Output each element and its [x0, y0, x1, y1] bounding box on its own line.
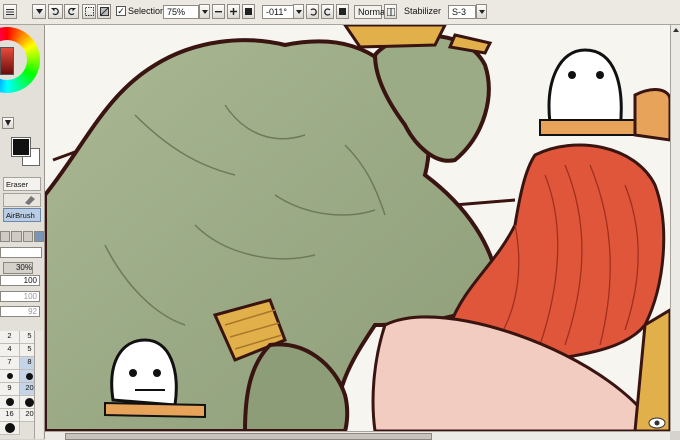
undo-button[interactable] [48, 4, 63, 19]
brush-shape-flat-icon[interactable] [33, 231, 44, 242]
size-dot-icon [26, 373, 33, 380]
stabilizer-dropdown-icon[interactable] [476, 4, 487, 19]
drawing-canvas[interactable] [45, 25, 670, 431]
size-dot-icon [5, 398, 14, 406]
tool-eraser[interactable]: Eraser [3, 177, 41, 191]
crown [343, 25, 447, 49]
wooden-plank [633, 88, 670, 142]
size-dot-icon [25, 398, 34, 407]
rotate-right-button[interactable] [321, 4, 334, 19]
vertical-scrollbar[interactable] [670, 25, 680, 431]
invert-selection-icon[interactable] [97, 4, 111, 19]
blend-mode-button[interactable]: Normal [354, 5, 387, 19]
brush-shape-row [0, 231, 44, 243]
zoom-out-button[interactable] [212, 4, 225, 19]
rotate-left-button[interactable] [306, 4, 319, 19]
size-option[interactable]: 16 [0, 409, 20, 422]
brush-shape-soft-icon[interactable] [11, 231, 22, 242]
brush-shape-round-icon[interactable] [0, 231, 11, 242]
tool-eraser-label: Eraser [6, 179, 29, 189]
brush-size-slider[interactable] [0, 247, 42, 258]
selection-checkbox[interactable]: ✓ [116, 6, 126, 16]
size-option[interactable] [0, 422, 20, 435]
selection-label: Selection [128, 6, 166, 16]
top-toolbar: ✓ Selection 75% -011° Normal Stabilizer … [0, 0, 680, 25]
tool-airbrush[interactable]: AirBrush [3, 208, 41, 222]
size-option[interactable]: 9 [0, 383, 20, 396]
zoom-value: 75% [167, 7, 186, 17]
flip-icon[interactable] [384, 4, 397, 19]
size-option[interactable]: 2 [0, 331, 20, 344]
swap-colors-icon[interactable] [2, 117, 14, 129]
dropdown-arrow-icon[interactable] [32, 4, 46, 19]
zoom-reset-button[interactable] [242, 4, 255, 19]
stabilizer-label: Stabilizer [404, 6, 442, 16]
rotation-value: -011° [266, 7, 287, 17]
redo-button[interactable] [64, 4, 79, 19]
stabilizer-select[interactable]: S-3 [448, 5, 476, 19]
density-value[interactable]: 30% [3, 262, 33, 274]
min-size-value[interactable]: 100 [0, 275, 40, 286]
tool-panel: Eraser AirBrush 30% 100 100 92 2 5 4 5 7… [0, 25, 45, 439]
size-dot-icon [4, 423, 15, 433]
eye-icon[interactable] [648, 417, 666, 429]
menu-icon[interactable] [3, 4, 17, 19]
rotate-reset-button[interactable] [336, 4, 349, 19]
deselect-icon[interactable] [82, 4, 96, 19]
scrollbar-corner [670, 431, 680, 439]
scroll-up-icon[interactable] [671, 25, 680, 35]
size-grid-scrollbar[interactable] [34, 331, 43, 439]
tool-slot-blank[interactable] [3, 193, 41, 207]
ghost-sticker-top [539, 48, 636, 136]
zoom-in-button[interactable] [227, 4, 240, 19]
size-option[interactable]: 4 [0, 344, 20, 357]
stabilizer-value: S-3 [452, 7, 467, 17]
size-option[interactable] [0, 396, 20, 409]
zoom-dropdown-icon[interactable] [199, 4, 210, 19]
artwork [45, 25, 670, 431]
blend-value[interactable]: 100 [0, 291, 40, 302]
size-option[interactable] [0, 370, 20, 383]
size-option[interactable]: 7 [0, 357, 20, 370]
size-dot-icon [6, 373, 13, 379]
brush-shape-hard-icon[interactable] [22, 231, 33, 242]
tool-airbrush-label: AirBrush [6, 210, 35, 220]
saturation-value-square[interactable] [0, 47, 14, 75]
dilution-value[interactable]: 92 [0, 306, 40, 317]
zoom-select[interactable]: 75% [163, 5, 199, 19]
rotation-dropdown-icon[interactable] [293, 4, 304, 19]
eraser-icon [25, 196, 35, 205]
primary-color-swatch[interactable] [11, 137, 31, 157]
blend-mode-value: Normal [358, 7, 388, 17]
